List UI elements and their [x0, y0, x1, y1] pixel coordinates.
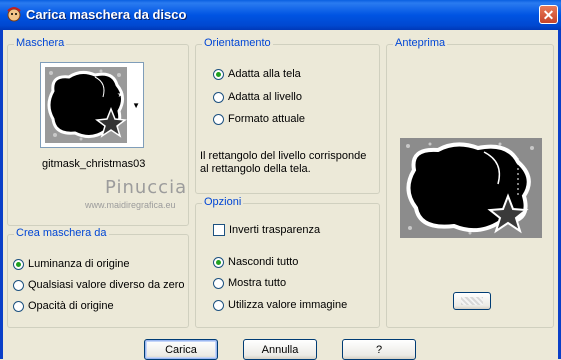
preview-legend: Anteprima [393, 37, 448, 49]
orientation-info-text: Il rettangolo del livello corrisponde al… [200, 150, 367, 175]
window-title: Carica maschera da disco [26, 7, 187, 22]
radio-label: Adatta alla tela [228, 68, 301, 80]
paint-shop-app-icon [6, 6, 22, 22]
radio-button[interactable] [213, 113, 224, 125]
create-mask-legend: Crea maschera da [14, 227, 109, 239]
mask-name: gitmask_christmas03 [42, 158, 146, 170]
radio-button[interactable] [213, 91, 224, 103]
preview-image [400, 138, 542, 238]
invert-transparency-checkbox[interactable]: Inverti trasparenza [213, 224, 320, 236]
cancel-button[interactable]: Annulla [243, 339, 317, 360]
radio-label: Formato attuale [228, 113, 306, 125]
radio-show-all[interactable]: Mostra tutto [213, 277, 286, 289]
checkbox[interactable] [213, 224, 225, 236]
radio-label: Luminanza di origine [28, 258, 130, 270]
radio-label: Adatta al livello [228, 91, 302, 103]
checker-icon [461, 297, 483, 305]
close-button[interactable]: ✕ [539, 5, 558, 24]
radio-button-selected[interactable] [13, 258, 24, 270]
radio-label: Nascondi tutto [228, 256, 299, 268]
close-icon: ✕ [542, 7, 555, 23]
radio-button[interactable] [13, 279, 24, 291]
radio-hide-all[interactable]: Nascondi tutto [213, 256, 298, 268]
watermark-url: www.maidiregrafica.eu [85, 200, 176, 210]
orientation-legend: Orientamento [202, 37, 273, 49]
radio-button[interactable] [213, 299, 224, 311]
radio-any-nonzero[interactable]: Qualsiasi valore diverso da zero [13, 279, 185, 291]
preview-zoom-button[interactable] [453, 292, 491, 310]
radio-label: Opacità di origine [28, 300, 114, 312]
radio-fit-layer[interactable]: Adatta al livello [213, 91, 302, 103]
radio-label: Mostra tutto [228, 277, 287, 289]
radio-current-size[interactable]: Formato attuale [213, 113, 305, 125]
radio-button[interactable] [213, 277, 224, 289]
help-button[interactable]: ? [342, 339, 416, 360]
radio-label: Utilizza valore immagine [228, 299, 348, 311]
radio-fit-canvas[interactable]: Adatta alla tela [213, 68, 301, 80]
options-legend: Opzioni [202, 196, 244, 208]
load-button[interactable]: Carica [144, 339, 218, 360]
radio-source-opacity[interactable]: Opacità di origine [13, 300, 114, 312]
checkbox-label: Inverti trasparenza [229, 224, 321, 236]
radio-button-selected[interactable] [213, 68, 224, 80]
radio-source-luminance[interactable]: Luminanza di origine [13, 258, 130, 270]
radio-button-selected[interactable] [213, 256, 224, 268]
radio-label: Qualsiasi valore diverso da zero [28, 279, 185, 291]
radio-button[interactable] [13, 300, 24, 312]
svg-text:★: ★ [117, 90, 124, 99]
chevron-down-icon[interactable]: ▼ [132, 101, 140, 110]
title-bar[interactable]: Carica maschera da disco ✕ [0, 0, 561, 30]
watermark-name: Pinuccia [105, 177, 188, 198]
mask-group-legend: Maschera [14, 37, 67, 49]
radio-use-image-value[interactable]: Utilizza valore immagine [213, 299, 347, 311]
mask-thumbnail-dropdown[interactable]: ★ ▼ [40, 62, 144, 148]
mask-thumbnail-image: ★ [45, 67, 127, 143]
